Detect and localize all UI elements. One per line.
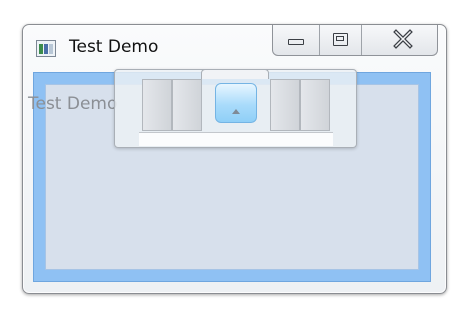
maximize-icon: [333, 33, 348, 46]
maximize-button[interactable]: [319, 25, 361, 55]
content-text: Test Demo: [28, 94, 118, 114]
dock-left-target-inner[interactable]: [172, 79, 202, 131]
app-icon[interactable]: [36, 40, 56, 57]
dock-left-target-outer[interactable]: [142, 79, 172, 131]
minimize-button[interactable]: [273, 25, 319, 55]
caption-buttons: [272, 25, 438, 56]
dock-right-target-inner[interactable]: [270, 79, 300, 131]
dock-guide-overlay: [114, 69, 357, 148]
application-window: Test Demo: [22, 24, 447, 294]
close-button[interactable]: [361, 25, 437, 55]
dock-top-target[interactable]: [215, 83, 257, 123]
window-title: Test Demo: [69, 37, 159, 57]
dock-right-target-outer[interactable]: [300, 79, 330, 131]
minimize-icon: [288, 39, 304, 45]
close-icon: [393, 29, 413, 49]
dock-guide-base: [139, 132, 333, 146]
dock-guide-top-tab: [201, 69, 269, 79]
